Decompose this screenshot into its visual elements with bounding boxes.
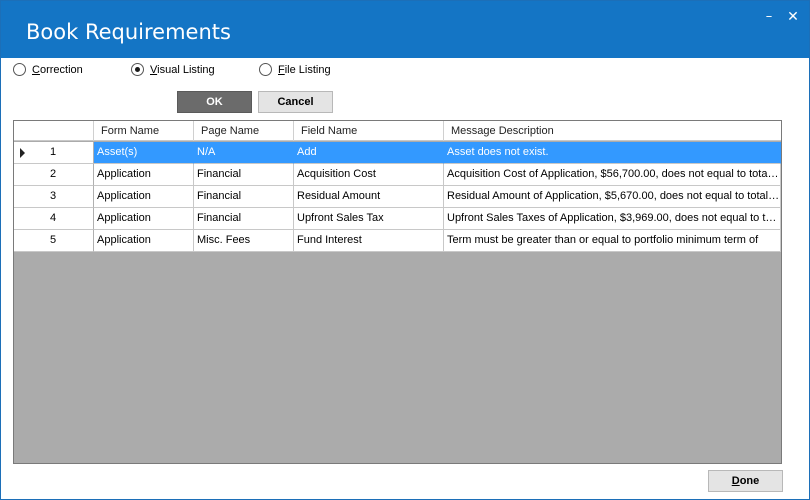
grid-header: Form Name Page Name Field Name Message D… [14,121,781,141]
radio-file-listing-indicator [259,63,272,76]
done-button[interactable]: Done [708,470,783,492]
column-header-page-name[interactable]: Page Name [194,121,294,141]
row-number: 2 [50,168,57,180]
cell-page-name[interactable]: Financial [194,208,294,230]
requirements-grid[interactable]: Form Name Page Name Field Name Message D… [13,120,782,464]
cell-page-name[interactable]: N/A [194,142,294,164]
cell-form-name[interactable]: Application [94,208,194,230]
row-number: 1 [50,146,57,158]
cell-message-description[interactable]: Residual Amount of Application, $5,670.0… [444,186,781,208]
close-button[interactable]: ✕ [783,7,803,27]
row-header[interactable]: 4 [14,208,94,230]
cell-form-name[interactable]: Application [94,230,194,252]
cell-field-name[interactable]: Add [294,142,444,164]
cell-page-name[interactable]: Financial [194,186,294,208]
radio-visual-listing-indicator [131,63,144,76]
cell-form-name[interactable]: Application [94,164,194,186]
row-header-corner [14,121,94,141]
ok-button[interactable]: OK [177,91,252,113]
radio-correction[interactable]: Correction [13,63,83,76]
radio-visual-listing-label: Visual Listing [150,63,215,76]
cell-form-name[interactable]: Application [94,186,194,208]
cell-page-name[interactable]: Financial [194,164,294,186]
cell-field-name[interactable]: Residual Amount [294,186,444,208]
window-title: Book Requirements [26,20,231,44]
cell-message-description[interactable]: Acquisition Cost of Application, $56,700… [444,164,781,186]
cell-message-description[interactable]: Upfront Sales Taxes of Application, $3,9… [444,208,781,230]
row-header[interactable]: 5 [14,230,94,252]
title-bar: Book Requirements – ✕ [1,1,809,58]
radio-correction-label: Correction [32,63,83,76]
row-header[interactable]: 2 [14,164,94,186]
row-number: 3 [50,190,57,202]
cancel-button[interactable]: Cancel [258,91,333,113]
cell-field-name[interactable]: Upfront Sales Tax [294,208,444,230]
table-row[interactable]: 3 Application Financial Residual Amount … [14,186,781,208]
table-row[interactable]: 4 Application Financial Upfront Sales Ta… [14,208,781,230]
row-number: 5 [50,234,57,246]
column-header-field-name[interactable]: Field Name [294,121,444,141]
row-header[interactable]: 3 [14,186,94,208]
current-row-arrow-icon [20,148,25,158]
radio-file-listing[interactable]: File Listing [259,63,331,76]
radio-visual-listing[interactable]: Visual Listing [131,63,215,76]
row-header[interactable]: 1 [14,142,94,164]
radio-file-listing-label: File Listing [278,63,331,76]
row-number: 4 [50,212,57,224]
minimize-button[interactable]: – [759,7,779,27]
table-row[interactable]: 2 Application Financial Acquisition Cost… [14,164,781,186]
radio-correction-indicator [13,63,26,76]
listing-options: Correction Visual Listing File Listing [1,63,809,79]
cell-form-name[interactable]: Asset(s) [94,142,194,164]
cell-field-name[interactable]: Fund Interest [294,230,444,252]
cell-page-name[interactable]: Misc. Fees [194,230,294,252]
cell-field-name[interactable]: Acquisition Cost [294,164,444,186]
cell-message-description[interactable]: Asset does not exist. [444,142,781,164]
cell-message-description[interactable]: Term must be greater than or equal to po… [444,230,781,252]
column-header-message-description[interactable]: Message Description [444,121,781,141]
table-row[interactable]: 1 Asset(s) N/A Add Asset does not exist. [14,142,781,164]
book-requirements-window: Book Requirements – ✕ Correction Visual … [0,0,810,500]
column-header-form-name[interactable]: Form Name [94,121,194,141]
table-row[interactable]: 5 Application Misc. Fees Fund Interest T… [14,230,781,252]
